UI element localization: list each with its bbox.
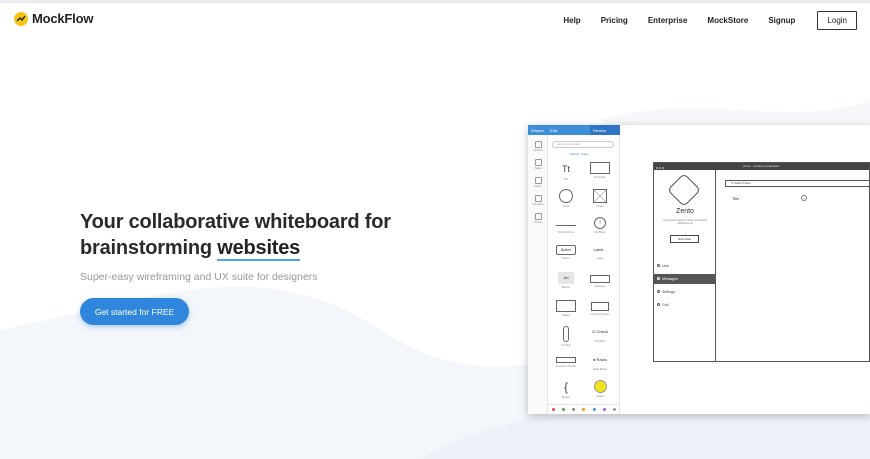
wireframe-window: Zento - Desktop Application Zento Lorem … (653, 162, 870, 362)
assets-icon (534, 177, 542, 184)
wireframe-logo-icon (667, 173, 701, 207)
login-button[interactable]: Login (817, 11, 857, 30)
wireframe-new-task-button: New Task (670, 235, 699, 243)
symbols-icon (534, 141, 542, 148)
palette-item: Label... Label (593, 247, 607, 260)
palette-item: Textspace (585, 272, 615, 296)
rail-theme: Theme (528, 213, 548, 224)
wireframe-titlebar: Zento - Desktop Application (654, 163, 869, 170)
wireframe-menu-settings: Settings (654, 287, 716, 297)
nav-mockstore[interactable]: MockStore (707, 16, 748, 25)
palette-search: search for assets (552, 141, 614, 148)
palette-item: Rectangle (585, 162, 615, 186)
hero-title-prefix: brainstorming (80, 237, 218, 259)
palette-item: Tt Text (562, 164, 570, 181)
palette-tag: default · basic (570, 152, 589, 156)
nav-pricing[interactable]: Pricing (601, 16, 628, 25)
wireframe-menu-user: User (654, 261, 716, 271)
palette-item: ● Radio Radio Button (592, 357, 608, 371)
brand-name: MockFlow (32, 11, 94, 26)
design-canvas: Zento - Desktop Application Zento Lorem … (620, 135, 870, 414)
wireframe-menu-grid: Grid (654, 300, 716, 310)
brand-logo[interactable]: MockFlow (14, 11, 93, 26)
theme-icon (534, 213, 542, 220)
rail-symbols: Symbols (528, 141, 548, 152)
get-started-button[interactable]: Get started for FREE (80, 298, 189, 325)
wireframe-menu-messages: Messages (654, 274, 716, 284)
palette-item: Circle (551, 189, 581, 213)
nav-help[interactable]: Help (563, 16, 580, 25)
wireframe-add-icon: + (801, 195, 807, 201)
component-palette: search for assets default · basic Tt Text… (548, 135, 620, 414)
palette-item: {Bracket (561, 380, 571, 399)
main-nav: Help Pricing Enterprise MockStore Signup… (543, 11, 857, 30)
hero-title-line1: Your collaborative whiteboard for (80, 211, 391, 233)
palette-item: Button Button (551, 245, 581, 269)
palette-item: Ad Banner (551, 272, 581, 296)
palette-toolbar (548, 404, 620, 414)
app-menu-wraper: Wraper (531, 127, 545, 133)
nav-enterprise[interactable]: Enterprise (648, 16, 688, 25)
pages-icon (534, 159, 542, 166)
app-rail: Symbols Pages Assets Templates Theme (528, 135, 548, 414)
palette-item: ☑ Check Checkbox (591, 329, 609, 343)
wireframe-app-desc: Lorem ipsum dolor sit amet, consectetur … (662, 219, 708, 225)
site-header: MockFlow Help Pricing Enterprise MockSto… (0, 3, 870, 37)
palette-item: Textbox (551, 300, 581, 324)
app-review-tab: Review (590, 125, 620, 135)
wireframe-app-name: Zento (676, 208, 694, 215)
palette-item: Scrollbar (551, 326, 581, 350)
app-preview: Wraper Edit Review Symbols Pages Assets … (528, 125, 870, 414)
nav-signup[interactable]: Signup (768, 16, 795, 25)
palette-item: Image (585, 189, 615, 213)
templates-icon (534, 195, 542, 202)
rail-assets: Assets (528, 177, 548, 188)
wireframe-content-title: Title (732, 196, 740, 201)
rail-templates: Templates (528, 195, 548, 206)
app-menu-edit: Edit (550, 127, 557, 133)
hero-title-highlight: websites (217, 237, 301, 259)
wireframe-search: ⚲ Search Here (725, 180, 870, 187)
palette-item: Horizontal Line (551, 217, 581, 241)
hero-title: Your collaborative whiteboard for brains… (80, 209, 391, 261)
rail-pages: Pages (528, 159, 548, 170)
mockflow-logo-icon (14, 11, 28, 26)
palette-item: Numeric Stepper (585, 300, 615, 324)
hero-subtitle: Super-easy wireframing and UX suite for … (80, 271, 318, 283)
wireframe-sidebar: Zento Lorem ipsum dolor sit amet, consec… (654, 170, 716, 362)
palette-item: Dropdown Combo (551, 354, 581, 378)
palette-item: Callout (585, 380, 615, 404)
palette-item: i Info Button (593, 217, 607, 234)
